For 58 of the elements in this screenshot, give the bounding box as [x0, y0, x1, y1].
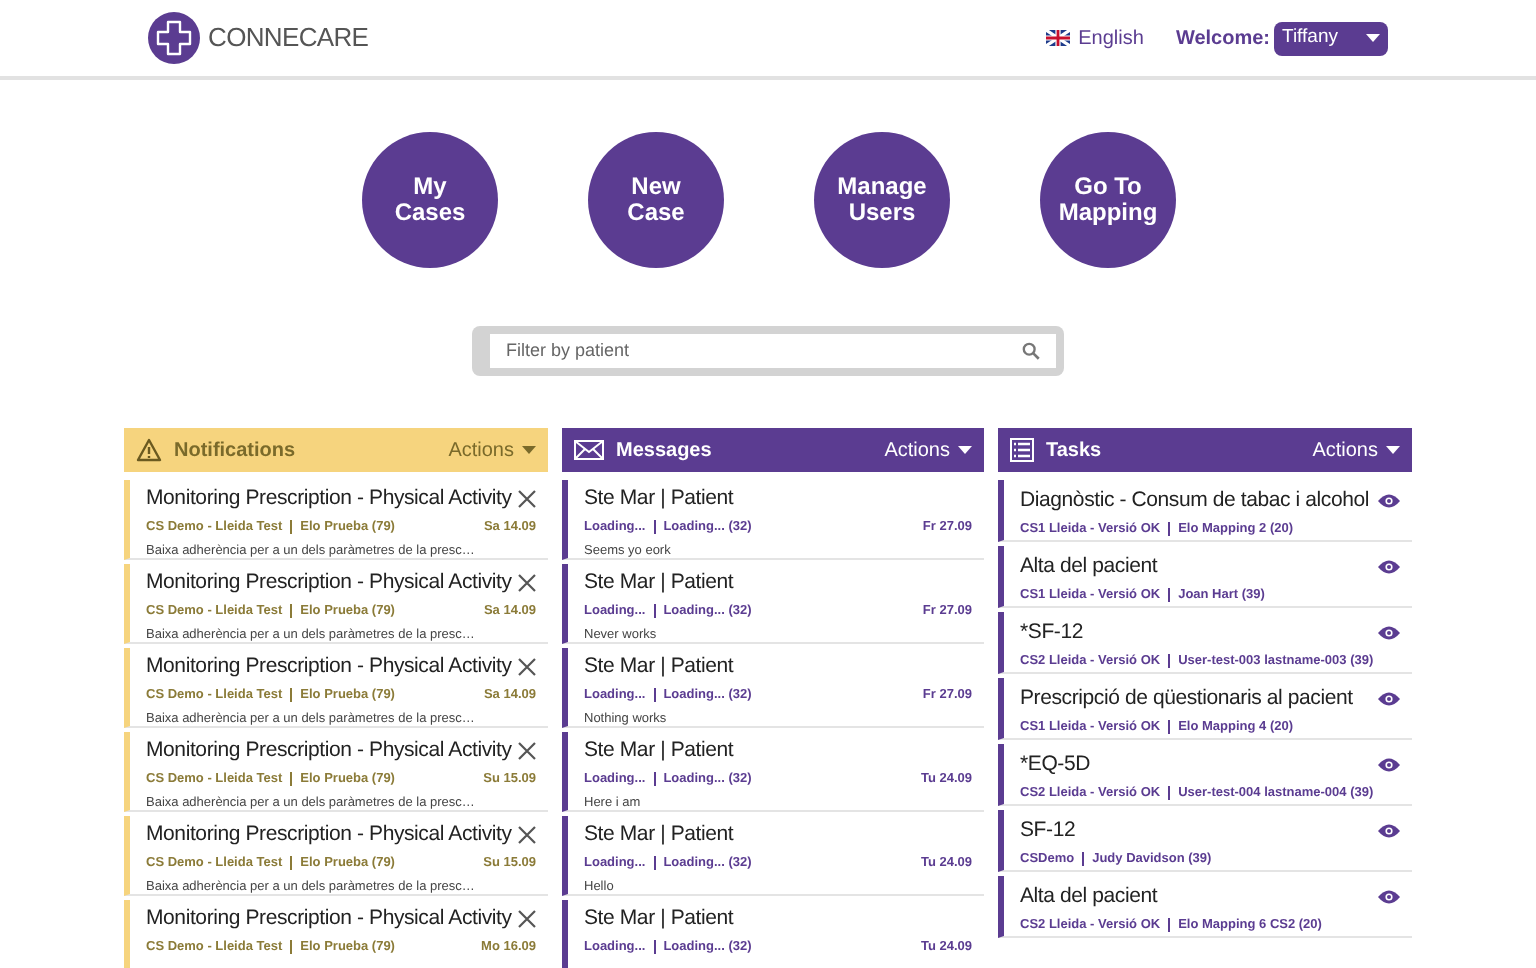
item-title: *SF-12: [1020, 618, 1083, 648]
logo-icon: [148, 12, 200, 64]
shortcut-button[interactable]: My Cases: [362, 132, 498, 268]
envelope-icon: [574, 440, 604, 460]
item-title: Ste Mar | Patient: [584, 820, 734, 850]
caret-icon: [1386, 446, 1400, 454]
search-icon[interactable]: [1022, 342, 1040, 360]
close-icon[interactable]: [518, 910, 536, 929]
item-title: *EQ-5D: [1020, 750, 1090, 780]
shortcut-button[interactable]: Go To Mapping: [1040, 132, 1176, 268]
panel-title: Notifications: [174, 437, 296, 465]
item-title: Ste Mar | Patient: [584, 568, 734, 598]
item-title: Monitoring Prescription - Physical Activity: [146, 652, 512, 682]
actions-dropdown[interactable]: Actions: [448, 435, 536, 465]
search-field[interactable]: Filter by patient: [490, 334, 1056, 368]
item-title: Monitoring Prescription - Physical Activity: [146, 568, 512, 598]
eye-icon[interactable]: [1378, 758, 1400, 773]
shortcut-button[interactable]: New Case: [588, 132, 724, 268]
item-title: Alta del pacient: [1020, 552, 1158, 582]
eye-icon[interactable]: [1378, 890, 1400, 905]
item-title: Alta del pacient: [1020, 882, 1158, 912]
close-icon[interactable]: [518, 490, 536, 509]
item-title: Monitoring Prescription - Physical Activity: [146, 820, 512, 850]
item-title: Ste Mar | Patient: [584, 484, 734, 514]
item-title: Diagnòstic - Consum de tabac i alcohol: [1020, 486, 1369, 516]
item-title: SF-12: [1020, 816, 1076, 846]
item-title: Ste Mar | Patient: [584, 904, 734, 934]
language-link[interactable]: English: [1078, 23, 1144, 53]
flag-icon[interactable]: [1046, 30, 1071, 46]
caret-icon: [1366, 34, 1380, 42]
panel-title: Tasks: [1046, 437, 1102, 465]
item-title: Ste Mar | Patient: [584, 652, 734, 682]
eye-icon[interactable]: [1378, 626, 1400, 641]
shortcut-button[interactable]: Manage Users: [814, 132, 950, 268]
close-icon[interactable]: [518, 574, 536, 593]
item-title: Monitoring Prescription - Physical Activity: [146, 904, 512, 934]
panel-title: Messages: [616, 437, 712, 465]
eye-icon[interactable]: [1378, 560, 1400, 575]
actions-dropdown[interactable]: Actions: [1312, 435, 1400, 465]
eye-icon[interactable]: [1378, 692, 1400, 707]
eye-icon[interactable]: [1378, 494, 1400, 509]
actions-dropdown[interactable]: Actions: [884, 435, 972, 465]
welcome-label: Welcome:: [1175, 25, 1270, 53]
close-icon[interactable]: [518, 658, 536, 677]
user-dropdown[interactable]: Tiffany: [1274, 21, 1388, 55]
item-title: Monitoring Prescription - Physical Activity: [146, 736, 512, 766]
search-input[interactable]: Filter by patient: [506, 337, 1022, 365]
close-icon[interactable]: [518, 742, 536, 761]
list-icon: [1010, 438, 1034, 462]
close-icon[interactable]: [518, 826, 536, 845]
caret-icon: [522, 446, 536, 454]
eye-icon[interactable]: [1378, 824, 1400, 839]
caret-icon: [958, 446, 972, 454]
logo-text: CONNECARE: [208, 20, 369, 57]
item-title: Ste Mar | Patient: [584, 736, 734, 766]
warning-icon: [136, 438, 162, 462]
item-title: Prescripció de qüestionaris al pacient: [1020, 684, 1353, 714]
item-title: Monitoring Prescription - Physical Activity: [146, 484, 512, 514]
